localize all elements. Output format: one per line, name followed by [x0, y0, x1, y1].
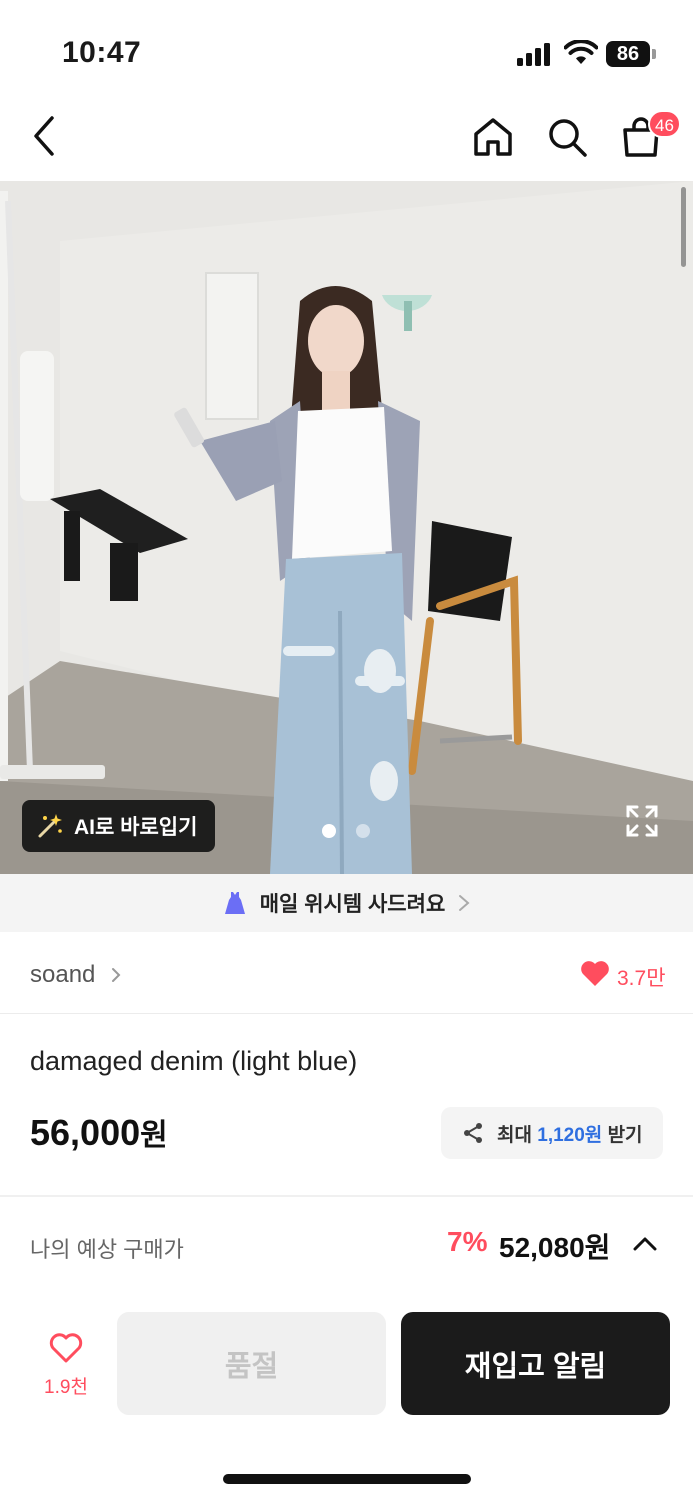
magic-wand-icon — [38, 814, 62, 838]
scrollbar[interactable] — [681, 187, 686, 267]
chevron-right-icon — [459, 895, 470, 911]
signal-icon — [517, 43, 550, 66]
ai-try-on-button[interactable]: AI로 바로입기 — [22, 800, 216, 852]
divider — [0, 1195, 693, 1197]
brand-row: soand 3.7만 — [0, 932, 693, 1014]
dress-icon — [224, 892, 245, 914]
share-icon — [464, 1123, 482, 1143]
product-photo — [0, 181, 693, 874]
soldout-button[interactable]: 품절 — [117, 1312, 386, 1415]
status-time: 10:47 — [62, 36, 142, 69]
carousel-indicator — [322, 824, 370, 838]
carousel-dot-2[interactable] — [356, 824, 370, 838]
product-image-carousel[interactable]: AI로 바로입기 — [0, 181, 693, 874]
home-icon[interactable] — [470, 114, 516, 160]
reward-prefix: 최대 — [497, 1124, 532, 1146]
expected-price-value: 52,080원 — [499, 1232, 611, 1263]
reward-amount: 1,120원 — [537, 1124, 603, 1146]
brand-name-link[interactable]: soand — [30, 961, 95, 989]
wish-button[interactable]: 1.9천 — [30, 1332, 102, 1402]
product-price: 56,000원 — [30, 1110, 168, 1154]
status-bar: 10:47 86 — [0, 0, 693, 100]
search-icon[interactable] — [544, 114, 590, 160]
restock-alert-button[interactable]: 재입고 알림 — [401, 1312, 670, 1415]
expand-icon[interactable] — [625, 804, 659, 838]
reward-suffix: 받기 — [607, 1124, 643, 1146]
carousel-dot-1[interactable] — [322, 824, 336, 838]
ai-try-on-label: AI로 바로입기 — [74, 816, 198, 839]
cart-count-badge: 46 — [648, 110, 681, 138]
heart-outline-icon — [49, 1333, 83, 1363]
heart-filled-icon[interactable] — [580, 959, 610, 987]
battery-icon: 86 — [606, 41, 656, 67]
wifi-icon — [564, 40, 598, 64]
expected-price-label: 나의 예상 구매가 — [30, 1237, 184, 1262]
battery-level: 86 — [606, 41, 650, 67]
chevron-up-icon[interactable] — [632, 1232, 658, 1256]
brand-like-count: 3.7만 — [617, 967, 666, 990]
home-indicator[interactable] — [223, 1474, 471, 1484]
wishlist-promo-banner[interactable]: 매일 위시템 사드려요 — [0, 874, 693, 932]
bottom-action-bar: 1.9천 품절 재입고 알림 — [0, 1296, 693, 1426]
share-reward-button[interactable]: 최대 1,120원 받기 — [441, 1107, 663, 1159]
chevron-right-icon — [112, 968, 121, 982]
price-currency: 원 — [140, 1119, 168, 1152]
expected-price-row[interactable]: 나의 예상 구매가 7% 52,080원 — [0, 1212, 693, 1278]
wish-count: 1.9천 — [44, 1377, 88, 1398]
promo-text: 매일 위시템 사드려요 — [259, 893, 446, 916]
top-nav: 46 — [0, 100, 693, 180]
expected-discount: 7% — [447, 1226, 488, 1257]
price-value: 56,000 — [30, 1112, 141, 1153]
product-name: damaged denim (light blue) — [30, 1046, 358, 1076]
back-icon[interactable] — [28, 114, 60, 158]
